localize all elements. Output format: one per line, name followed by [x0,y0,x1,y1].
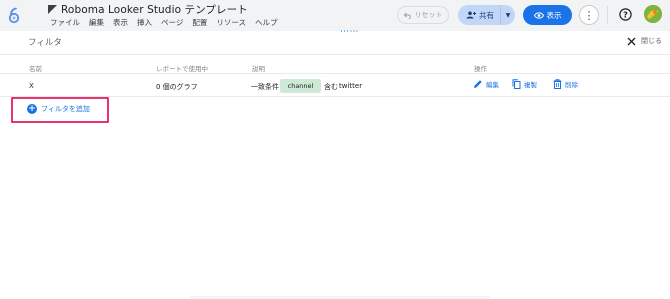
copy-icon [512,79,521,89]
top-bar: Roboma Looker Studio テンプレート ファイル 編集 表示 挿… [0,0,670,31]
undo-icon [403,12,411,19]
divider [607,6,608,24]
menu-resource[interactable]: リソース [216,17,246,29]
filter-field-chip: channel [280,79,321,93]
close-label: 閉じる [641,37,662,45]
eye-icon [533,11,544,19]
help-glyph: ? [623,10,628,19]
filter-name[interactable]: X [29,82,34,90]
edit-label: 編集 [486,81,499,89]
delete-button[interactable]: 削除 [553,79,578,89]
filter-value: twitter [339,82,363,90]
add-filter-button[interactable]: + フィルタを追加 [27,104,90,114]
plus-circle-icon: + [27,104,37,114]
add-person-icon [466,11,476,19]
add-filter-highlight: + フィルタを追加 [11,97,109,123]
delete-label: 削除 [565,81,578,89]
looker-studio-logo[interactable] [7,6,21,24]
add-filter-label: フィルタを追加 [41,105,90,113]
menu-arrange[interactable]: 配置 [192,17,207,29]
filter-operator: 含む [324,83,338,91]
duplicate-label: 複製 [524,81,537,89]
pencil-icon [474,80,482,88]
close-button[interactable]: 閉じる [627,36,662,46]
table-header: 名前 レポートで使用中 説明 操作 [0,58,670,74]
share-dropdown-icon[interactable]: ▼ [501,12,515,19]
menu-file[interactable]: ファイル [50,17,80,29]
report-icon [48,5,57,14]
avatar-image [644,5,662,23]
column-actions: 操作 [474,65,487,73]
menu-page[interactable]: ページ [161,17,183,29]
share-button[interactable]: 共有 ▼ [458,5,515,25]
reset-button[interactable]: リセット [397,6,449,24]
menu-bar: ファイル 編集 表示 挿入 ページ 配置 リソース ヘルプ [50,17,286,29]
share-main[interactable]: 共有 [458,5,501,25]
table-row: X 0 個のグラフ 一致条件 channel 含む twitter 編集 複製 … [0,75,670,97]
filter-condition-prefix: 一致条件 [251,83,279,91]
menu-help[interactable]: ヘルプ [255,17,278,29]
view-label: 表示 [546,10,562,20]
share-label: 共有 [479,10,494,20]
duplicate-button[interactable]: 複製 [512,79,537,89]
view-button[interactable]: 表示 [523,5,572,25]
panel-title: フィルタ [28,38,62,48]
trash-icon [553,79,562,89]
edit-button[interactable]: 編集 [473,79,499,89]
reset-label: リセット [414,11,443,19]
report-title[interactable]: Roboma Looker Studio テンプレート [61,2,248,17]
menu-edit[interactable]: 編集 [89,17,104,29]
menu-view[interactable]: 表示 [113,17,128,29]
filter-usage: 0 個のグラフ [156,83,198,91]
filter-panel-header: フィルタ 閉じる [0,31,670,55]
column-usage[interactable]: レポートで使用中 [156,63,208,73]
menu-insert[interactable]: 挿入 [137,17,152,29]
avatar[interactable] [644,5,662,23]
help-icon[interactable]: ? [619,8,632,21]
close-icon [627,37,636,45]
column-name[interactable]: 名前 [29,63,42,73]
more-options-button[interactable]: ⋮ [579,5,599,25]
column-description[interactable]: 説明 [252,63,265,73]
